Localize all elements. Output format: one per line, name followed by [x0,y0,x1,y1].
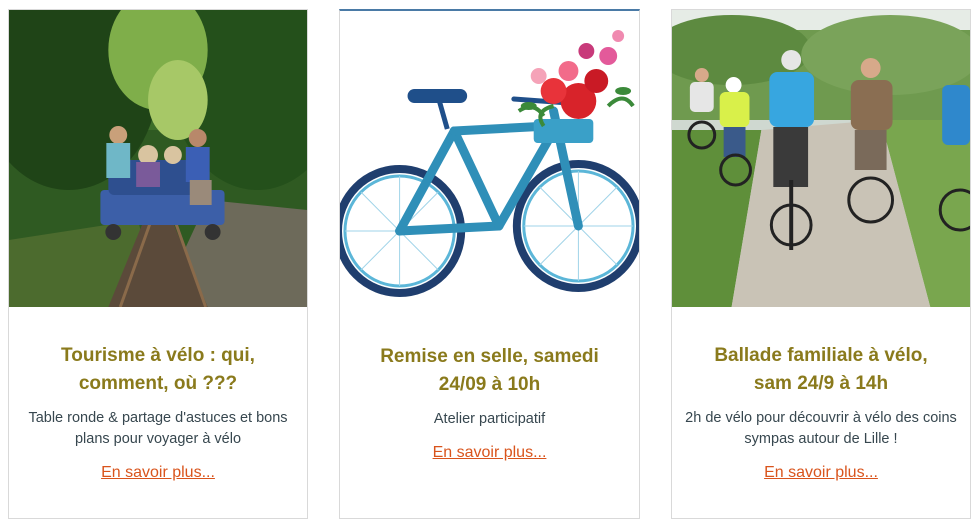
card-image-group-cycling[interactable] [672,10,970,307]
read-more-link[interactable]: En savoir plus... [433,444,547,462]
card-title-line: Tourisme à vélo : qui, [61,345,255,366]
card-content: Tourisme à vélo : qui, comment, où ??? T… [9,307,307,482]
card-description-line: Atelier participatif [433,411,546,427]
card-image-bicycle-flowers[interactable] [340,11,639,308]
card-title-line: Ballade familiale à vélo, [714,345,928,366]
card-description-line: 2h de vélo pour découvrir à vélo des coi… [685,410,957,426]
card-title-line: 24/09 à 10h [438,374,541,395]
card-description: Atelier participatif [350,409,629,430]
card-title-line: sam 24/9 à 14h [753,373,889,394]
card-content: Remise en selle, samedi 24/09 à 10h Atel… [340,308,639,462]
card-description-line: Table ronde & partage d'astuces et bons [28,410,288,426]
card-title-line: Remise en selle, samedi [380,346,599,367]
card-content: Ballade familiale à vélo, sam 24/9 à 14h… [672,307,970,482]
card-description: 2h de vélo pour découvrir à vélo des coi… [682,408,960,450]
card-title-line: comment, où ??? [78,373,238,394]
card-title: Ballade familiale à vélo, sam 24/9 à 14h [686,342,956,398]
card-image-rail-bike[interactable] [9,10,307,307]
event-card-3: Ballade familiale à vélo, sam 24/9 à 14h… [671,9,971,519]
read-more-link[interactable]: En savoir plus... [101,464,215,482]
read-more-link[interactable]: En savoir plus... [764,464,878,482]
card-title: Remise en selle, samedi 24/09 à 10h [354,343,625,399]
card-title: Tourisme à vélo : qui, comment, où ??? [23,342,293,398]
card-description-line: plans pour voyager à vélo [74,431,242,447]
event-card-2: Remise en selle, samedi 24/09 à 10h Atel… [339,9,640,519]
card-description-line: sympas autour de Lille ! [744,431,898,447]
card-description: Table ronde & partage d'astuces et bons … [19,408,297,450]
event-card-1: Tourisme à vélo : qui, comment, où ??? T… [8,9,308,519]
